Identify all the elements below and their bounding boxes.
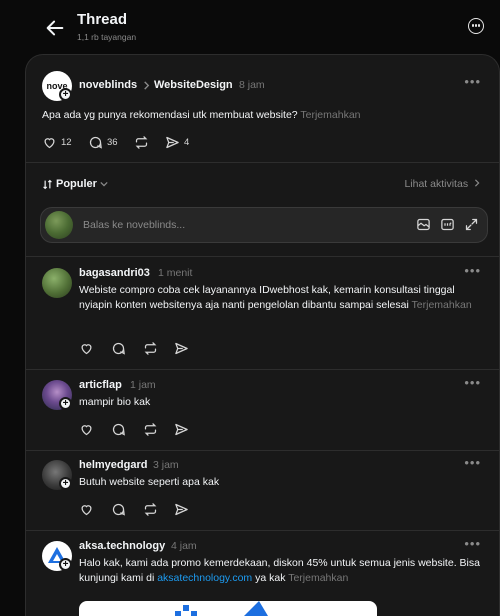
comment-button[interactable] xyxy=(111,341,126,356)
share-button[interactable] xyxy=(174,341,189,356)
image-icon[interactable] xyxy=(416,217,431,232)
avatar[interactable] xyxy=(42,268,72,298)
repost-button[interactable] xyxy=(143,502,158,517)
post-author[interactable]: noveblinds xyxy=(79,79,137,91)
comment-time: 1 menit xyxy=(158,267,193,279)
repost-button[interactable] xyxy=(143,422,158,437)
chevron-right-icon xyxy=(474,179,480,187)
send-icon xyxy=(166,136,179,149)
heart-icon xyxy=(81,425,92,436)
comment-author[interactable]: bagasandri03 xyxy=(79,267,150,279)
comment-button[interactable] xyxy=(111,422,126,437)
repost-icon xyxy=(144,503,157,516)
comment-button[interactable] xyxy=(111,502,126,517)
comment-icon xyxy=(112,423,125,436)
page-title: Thread xyxy=(77,11,128,28)
more-dots-icon[interactable]: ••• xyxy=(464,375,481,390)
repost-icon xyxy=(135,136,148,149)
translate-link[interactable]: Terjemahkan xyxy=(300,109,360,121)
reply-box[interactable]: Balas ke noveblinds... xyxy=(40,207,488,243)
like-button[interactable] xyxy=(79,422,94,437)
post-text: Apa ada yg punya rekomendasi utk membuat… xyxy=(42,109,361,121)
more-dots-icon[interactable]: ••• xyxy=(464,263,481,278)
website-link[interactable]: aksatechnology.com xyxy=(157,572,252,584)
back-arrow-icon[interactable] xyxy=(44,17,66,39)
divider xyxy=(26,256,499,257)
more-dots-icon[interactable]: ••• xyxy=(464,74,481,89)
comment-icon xyxy=(112,342,125,355)
gif-icon[interactable] xyxy=(440,217,455,232)
translate-link[interactable]: Terjemahkan xyxy=(412,299,472,311)
send-icon xyxy=(175,342,188,355)
comment-time: 3 jam xyxy=(153,459,179,471)
comment-author[interactable]: articflap xyxy=(79,379,122,391)
reply-tools xyxy=(416,217,479,232)
top-bar: Thread 1,1 rb tayangan xyxy=(0,0,500,54)
comment-button[interactable]: 36 xyxy=(88,135,118,150)
heart-icon xyxy=(44,138,55,149)
repost-icon xyxy=(144,423,157,436)
heart-icon xyxy=(81,505,92,516)
reply-input[interactable]: Balas ke noveblinds... xyxy=(83,219,185,231)
divider xyxy=(26,162,499,163)
view-count: 1,1 rb tayangan xyxy=(77,32,137,42)
divider xyxy=(26,530,499,531)
like-button[interactable]: 12 xyxy=(42,135,72,150)
comment-time: 4 jam xyxy=(171,540,197,552)
more-circle-icon[interactable] xyxy=(468,18,484,34)
like-button[interactable] xyxy=(79,502,94,517)
send-icon xyxy=(175,503,188,516)
comment-text: Halo kak, kami ada promo kemerdekaan, di… xyxy=(79,557,480,584)
comment-text: Webiste compro coba cek layanannya IDweb… xyxy=(79,284,472,311)
follow-plus-icon[interactable]: + xyxy=(59,397,72,410)
post-time: 8 jam xyxy=(239,79,265,91)
comment-author[interactable]: aksa.technology xyxy=(79,540,165,552)
comment-text: mampir bio kak xyxy=(79,396,151,408)
like-button[interactable] xyxy=(79,341,94,356)
divider xyxy=(26,450,499,451)
sort-icon xyxy=(43,179,52,189)
comment-icon xyxy=(89,136,102,149)
share-button[interactable]: 4 xyxy=(165,135,189,150)
expand-icon[interactable] xyxy=(464,217,479,232)
more-dots-icon[interactable]: ••• xyxy=(464,536,481,551)
share-button[interactable] xyxy=(174,422,189,437)
chevron-down-icon xyxy=(100,181,108,187)
send-icon xyxy=(175,423,188,436)
share-button[interactable] xyxy=(174,502,189,517)
repost-icon xyxy=(144,342,157,355)
follow-plus-icon[interactable]: + xyxy=(59,477,72,490)
attached-image[interactable] xyxy=(79,601,377,616)
heart-icon xyxy=(81,344,92,355)
promo-graphic xyxy=(175,601,268,616)
view-activity-link[interactable]: Lihat aktivitas xyxy=(404,178,481,190)
comment-icon xyxy=(112,503,125,516)
sort-dropdown[interactable]: Populer xyxy=(42,178,108,190)
post-topic[interactable]: WebsiteDesign xyxy=(154,79,233,91)
follow-plus-icon[interactable]: + xyxy=(59,558,72,571)
thread-panel: nove + noveblinds WebsiteDesign 8 jam ••… xyxy=(25,54,500,616)
follow-plus-icon[interactable]: + xyxy=(59,88,72,101)
chevron-right-icon xyxy=(144,81,150,90)
comment-author[interactable]: helmyedgard xyxy=(79,459,147,471)
comment-time: 1 jam xyxy=(130,379,156,391)
comment-text: Butuh website seperti apa kak xyxy=(79,476,220,488)
more-dots-icon[interactable]: ••• xyxy=(464,455,481,470)
repost-button[interactable] xyxy=(134,135,149,150)
avatar xyxy=(45,211,73,239)
divider xyxy=(26,369,499,370)
translate-link[interactable]: Terjemahkan xyxy=(288,572,348,584)
repost-button[interactable] xyxy=(143,341,158,356)
